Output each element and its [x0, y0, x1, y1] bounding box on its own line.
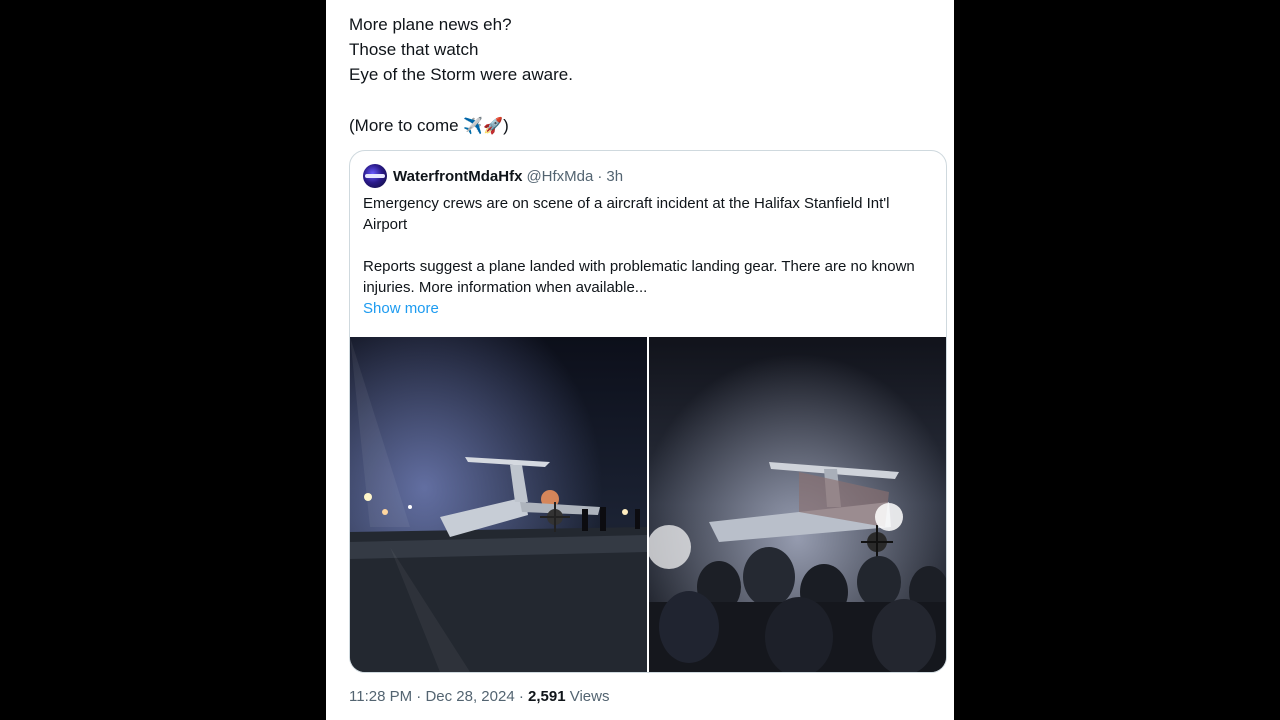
quoted-media — [350, 337, 946, 672]
quoted-tweet-text: Emergency crews are on scene of a aircra… — [363, 193, 933, 319]
quoted-tweet-header: WaterfrontMdaHfx @HfxMda · 3h — [363, 163, 623, 189]
show-more-link[interactable]: Show more — [363, 298, 933, 319]
closing-prefix: (More to come — [349, 116, 464, 135]
views-count: 2,591 — [528, 688, 566, 705]
quoted-tweet-card[interactable]: WaterfrontMdaHfx @HfxMda · 3h Emergency … — [349, 150, 947, 673]
photo-aircraft-runway[interactable] — [350, 337, 647, 672]
photo-aircraft-crowd[interactable] — [649, 337, 946, 672]
tweet-panel: More plane news eh? Those that watch Eye… — [326, 0, 954, 720]
quoted-timestamp[interactable]: 3h — [606, 168, 623, 185]
quoted-paragraph-2: Reports suggest a plane landed with prob… — [363, 258, 915, 296]
quoted-paragraph-1: Emergency crews are on scene of a aircra… — [363, 195, 890, 233]
news-logo-icon[interactable] — [363, 164, 387, 188]
quoted-separator: · — [597, 167, 603, 185]
tweet-date[interactable]: Dec 28, 2024 — [425, 688, 514, 705]
closing-suffix: ) — [503, 116, 509, 135]
tweet-text: More plane news eh? Those that watch Eye… — [349, 12, 939, 138]
footer-separator-1: · — [416, 688, 422, 705]
tweet-line-2: Those that watch — [349, 40, 479, 59]
tweet-footer: 11:28 PM · Dec 28, 2024 · 2,591 Views — [349, 688, 609, 705]
footer-separator-2: · — [518, 688, 524, 705]
quoted-display-name[interactable]: WaterfrontMdaHfx — [393, 168, 522, 185]
airplane-rocket-emoji-icon: ✈️🚀 — [463, 118, 504, 135]
tweet-line-3: Eye of the Storm were aware. — [349, 65, 573, 84]
tweet-time[interactable]: 11:28 PM — [349, 688, 412, 705]
quoted-handle[interactable]: @HfxMda — [526, 168, 593, 185]
tweet-line-1: More plane news eh? — [349, 15, 512, 34]
views-label: Views — [569, 688, 610, 705]
tweet-closing-line: (More to come ✈️🚀) — [349, 113, 939, 138]
